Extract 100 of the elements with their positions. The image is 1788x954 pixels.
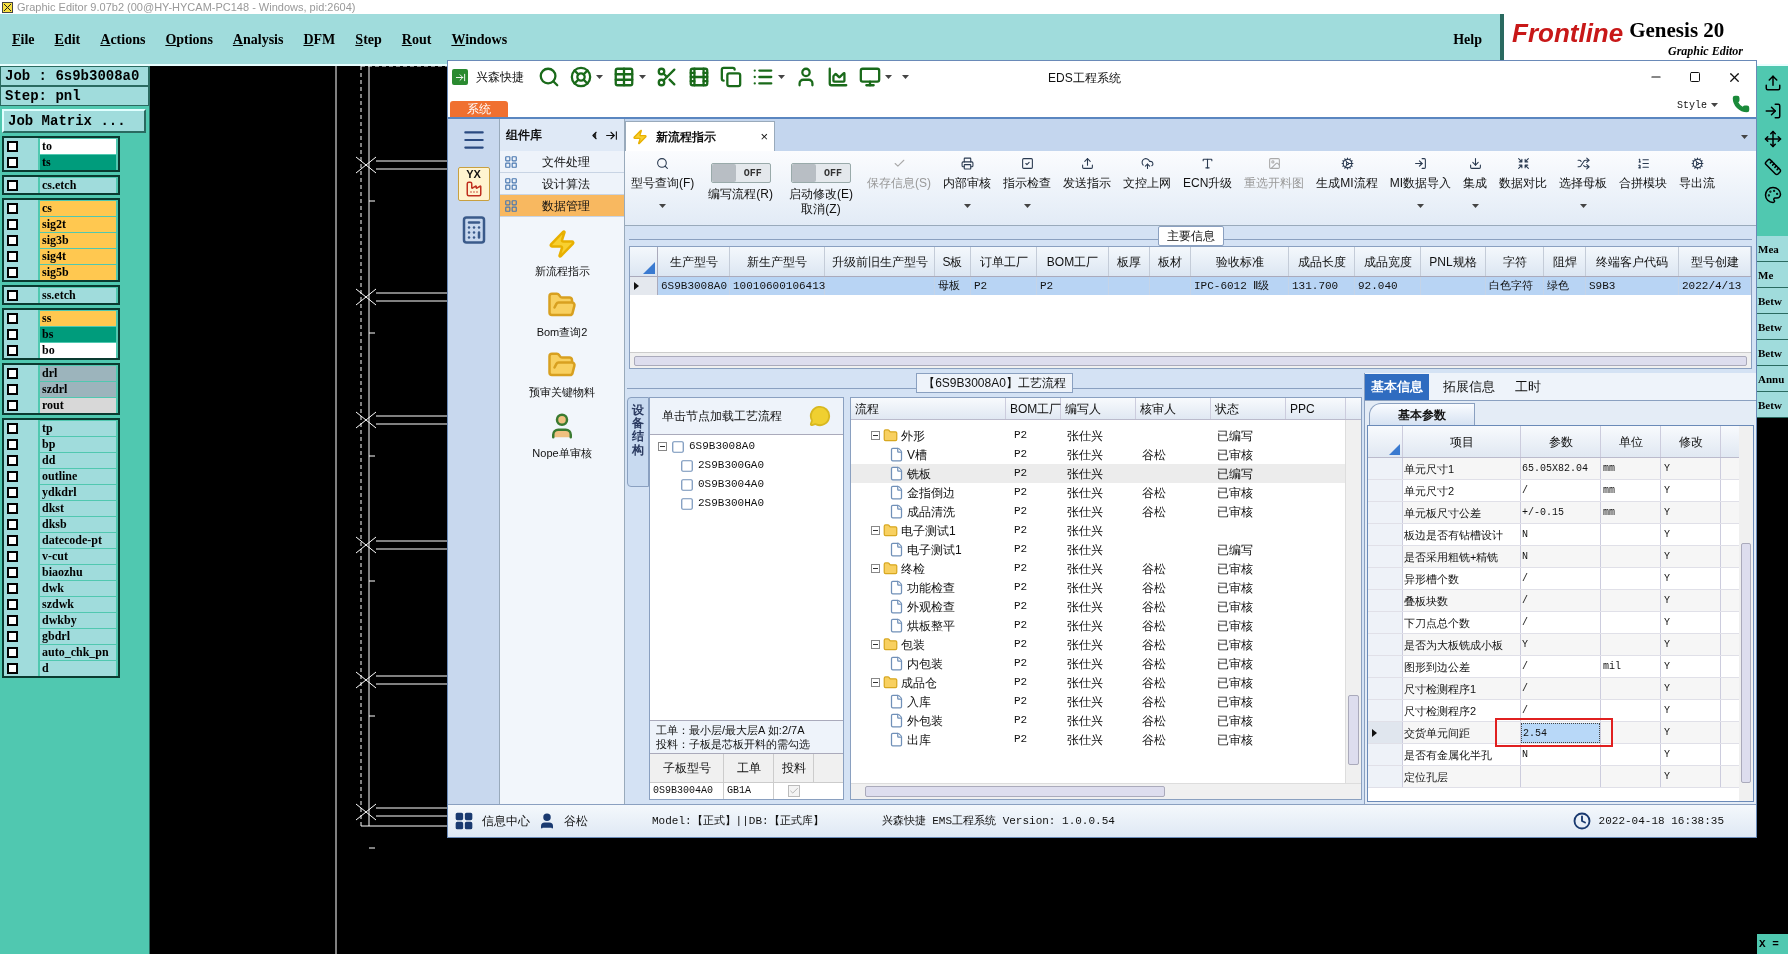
- layer-checkbox[interactable]: [7, 422, 18, 434]
- layer-checkbox[interactable]: [7, 534, 18, 546]
- tab[interactable]: 拓展信息: [1437, 374, 1501, 400]
- collapse-icon[interactable]: [871, 640, 880, 649]
- menu-item[interactable]: Options: [165, 28, 213, 50]
- ribbon-button[interactable]: 编写流程(R): [708, 187, 773, 202]
- ribbon-button[interactable]: 指示检查: [997, 151, 1057, 221]
- vertical-scrollbar[interactable]: [1345, 420, 1361, 783]
- horizontal-scrollbar[interactable]: [851, 783, 1361, 799]
- layer-checkbox[interactable]: [7, 438, 18, 450]
- tree-node[interactable]: 2S9B300HA0: [698, 495, 764, 512]
- grid-icon[interactable]: [454, 811, 474, 831]
- layer-checkbox[interactable]: [7, 344, 18, 356]
- layer-name[interactable]: bp: [40, 436, 116, 452]
- vertical-scrollbar[interactable]: [1739, 426, 1753, 801]
- layer-checkbox[interactable]: [7, 614, 18, 626]
- table-row[interactable]: 是否为大板铣成小板 Y Y: [1368, 634, 1739, 656]
- phone-icon[interactable]: [1732, 95, 1750, 113]
- component-item[interactable]: 预审关键物料: [529, 350, 595, 401]
- document-tab[interactable]: 新流程指示 ×: [625, 121, 775, 151]
- column-header[interactable]: 投料: [774, 754, 814, 782]
- table-cell[interactable]: 2.54: [1521, 722, 1600, 743]
- column-header[interactable]: 流程: [851, 398, 1006, 419]
- sub-tab[interactable]: 基本参数: [1369, 403, 1475, 425]
- layer-name[interactable]: dksb: [40, 516, 116, 532]
- help-menu[interactable]: Help: [1453, 28, 1482, 50]
- table-cell[interactable]: /: [1521, 700, 1600, 721]
- layer-checkbox[interactable]: [7, 250, 18, 262]
- layer-name[interactable]: auto_chk_pn: [40, 644, 116, 660]
- toolbar-icon[interactable]: [538, 66, 560, 88]
- flow-row[interactable]: 铣板 P2 张仕兴 已编写: [851, 464, 1345, 483]
- layer-checkbox[interactable]: [7, 582, 18, 594]
- layer-name[interactable]: rout: [40, 397, 116, 413]
- layer-name[interactable]: dkst: [40, 500, 116, 516]
- layer-name[interactable]: ss: [40, 310, 116, 326]
- table-cell[interactable]: /: [1521, 568, 1600, 589]
- layer-name[interactable]: sig3b: [40, 232, 116, 248]
- table-cell[interactable]: +/-0.15: [1521, 502, 1600, 523]
- table-row[interactable]: 单元板尺寸公差 +/-0.15 mm Y: [1368, 502, 1739, 524]
- layer-checkbox[interactable]: [7, 399, 18, 411]
- layer-name[interactable]: sig5b: [40, 264, 116, 280]
- table-row[interactable]: 6S9B3008A0 10010600106413 母板 P2 P2 IPC-6012 Ⅱ级 131.700 92.040 白色字符 绿色 S9B3 2022/4/13: [630, 277, 1751, 295]
- measure-item[interactable]: Betw: [1757, 314, 1788, 340]
- column-header[interactable]: 成品长度: [1289, 247, 1355, 276]
- component-group[interactable]: 设计算法: [500, 173, 624, 195]
- measure-item[interactable]: Betw: [1757, 392, 1788, 418]
- table-cell[interactable]: /: [1521, 590, 1600, 611]
- ribbon-button[interactable]: 启动修改(E): [789, 187, 853, 202]
- toggle-switch[interactable]: OFF: [710, 163, 771, 183]
- layer-name[interactable]: sig4t: [40, 248, 116, 264]
- measure-item[interactable]: Betw: [1757, 340, 1788, 366]
- column-header[interactable]: 订单工厂: [971, 247, 1037, 276]
- layer-name[interactable]: dwkby: [40, 612, 116, 628]
- layer-checkbox[interactable]: [7, 266, 18, 278]
- collapse-icon[interactable]: [871, 431, 880, 440]
- ribbon-button[interactable]: 数据对比: [1493, 151, 1554, 221]
- tree-node[interactable]: 2S9B300GA0: [698, 457, 764, 474]
- component-item[interactable]: Bom查询2: [536, 289, 588, 340]
- layer-name[interactable]: to: [40, 138, 116, 154]
- column-header[interactable]: PPC: [1286, 398, 1346, 419]
- layer-checkbox[interactable]: [7, 156, 18, 168]
- ribbon-button[interactable]: 集成: [1457, 151, 1494, 221]
- menu-item[interactable]: Windows: [451, 28, 508, 50]
- layer-name[interactable]: dwk: [40, 580, 116, 596]
- ribbon-button[interactable]: 合拼模块: [1613, 151, 1674, 221]
- ribbon-button[interactable]: 发送指示: [1057, 151, 1117, 221]
- tree-node[interactable]: 0S9B3004A0: [698, 476, 764, 493]
- layer-checkbox[interactable]: [7, 202, 18, 214]
- table-cell[interactable]: 65.05X82.04: [1521, 458, 1600, 479]
- layer-name[interactable]: bs: [40, 326, 116, 342]
- measure-item[interactable]: Me: [1757, 262, 1788, 288]
- tab-close[interactable]: ×: [760, 126, 768, 147]
- tab[interactable]: 工时: [1509, 374, 1547, 400]
- ribbon-button[interactable]: MI数据导入: [1383, 151, 1458, 221]
- tool-icon[interactable]: [1763, 130, 1782, 148]
- style-menu[interactable]: Style: [1677, 97, 1707, 113]
- layer-checkbox[interactable]: [7, 566, 18, 578]
- toolbar-icon[interactable]: [827, 66, 849, 88]
- column-header[interactable]: 板厚: [1109, 247, 1150, 276]
- ribbon-button[interactable]: ECN升级: [1177, 151, 1239, 221]
- table-row[interactable]: 图形到边公差 / mil Y: [1368, 656, 1739, 678]
- layer-checkbox[interactable]: [7, 662, 18, 674]
- column-header[interactable]: BOM工厂: [1037, 247, 1109, 276]
- layer-checkbox[interactable]: [7, 312, 18, 324]
- layer-name[interactable]: dd: [40, 452, 116, 468]
- layer-checkbox[interactable]: [7, 383, 18, 395]
- menu-item[interactable]: Actions: [100, 28, 146, 50]
- measure-item[interactable]: Annu: [1757, 366, 1788, 392]
- layer-name[interactable]: v-cut: [40, 548, 116, 564]
- layer-checkbox[interactable]: [7, 289, 18, 301]
- info-center-label[interactable]: 信息中心: [482, 812, 530, 830]
- table-row[interactable]: 下刀点总个数 / Y: [1368, 612, 1739, 634]
- column-header[interactable]: 参数: [1521, 426, 1601, 457]
- column-header[interactable]: S板: [935, 247, 971, 276]
- table-cell[interactable]: /: [1521, 480, 1600, 501]
- ribbon-button[interactable]: 型号查询(F): [625, 151, 701, 221]
- pin-icon[interactable]: [605, 128, 618, 142]
- layer-name[interactable]: szdwk: [40, 596, 116, 612]
- column-header[interactable]: 升级前旧生产型号: [825, 247, 935, 276]
- tree-node[interactable]: 6S9B3008A0: [689, 438, 755, 455]
